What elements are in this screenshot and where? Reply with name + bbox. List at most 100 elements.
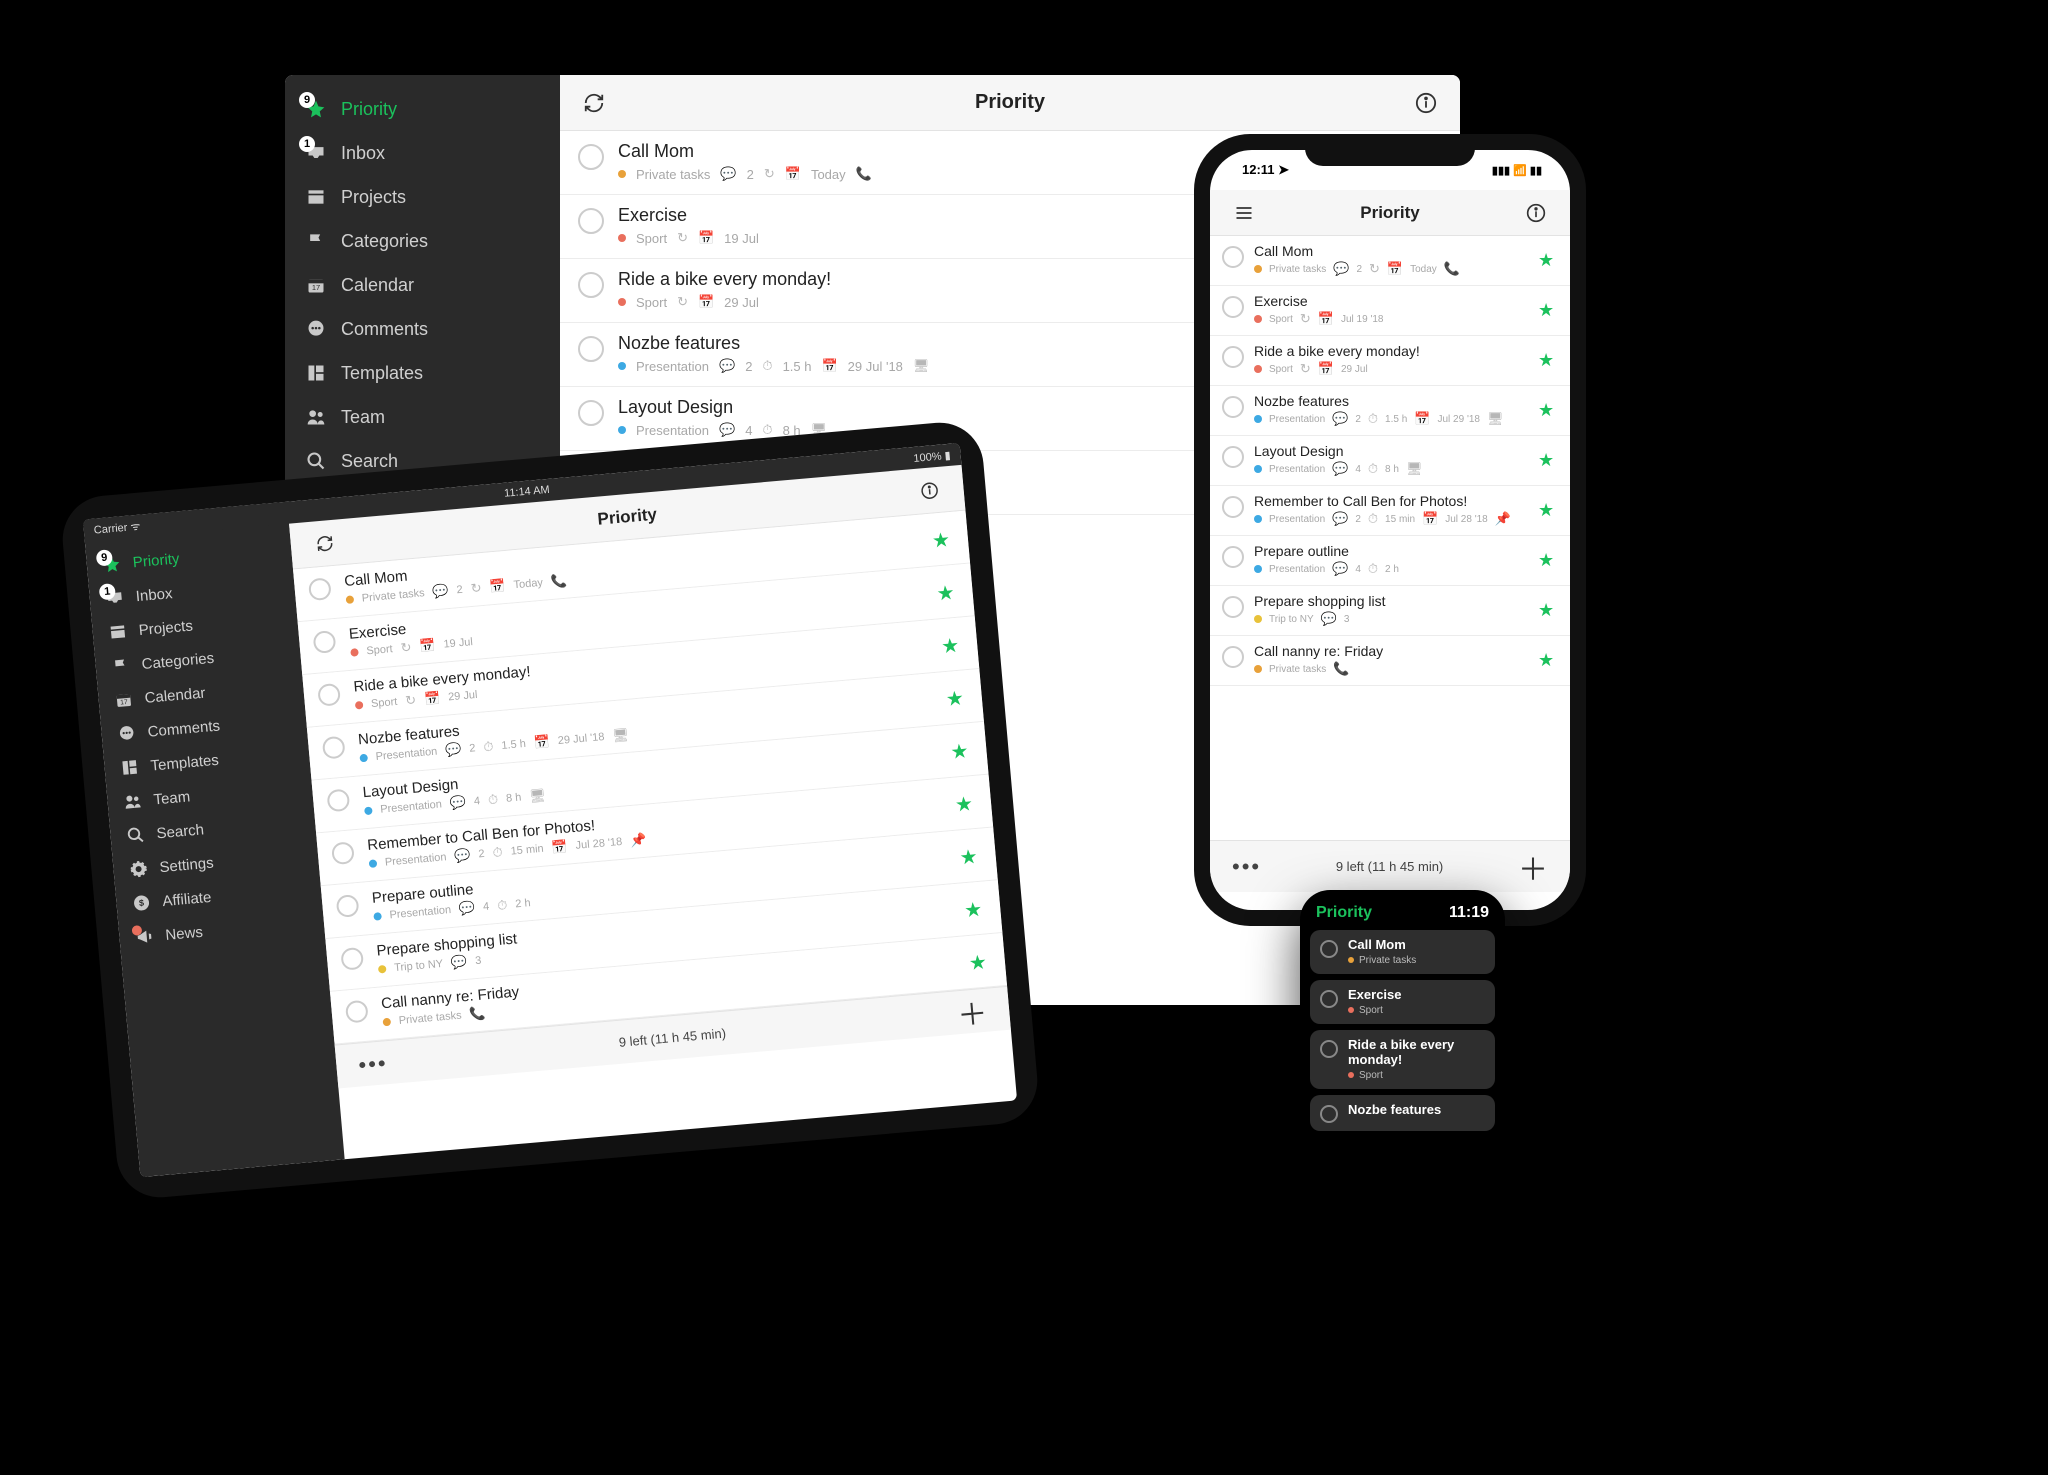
more-icon[interactable]: ••• (1232, 854, 1261, 880)
task-checkbox[interactable] (1222, 596, 1244, 618)
meta-value: 1.5 h (1385, 414, 1407, 425)
task-checkbox[interactable] (308, 577, 332, 601)
priority-star-icon[interactable]: ★ (1538, 350, 1558, 370)
watch-task-row[interactable]: Nozbe features (1310, 1095, 1495, 1131)
task-checkbox[interactable] (1222, 546, 1244, 568)
watch-task-row[interactable]: Ride a bike every monday!Sport (1310, 1030, 1495, 1089)
priority-star-icon[interactable]: ★ (1538, 650, 1558, 670)
priority-star-icon[interactable]: ★ (931, 526, 955, 550)
watch-task-row[interactable]: Call MomPrivate tasks (1310, 930, 1495, 974)
task-checkbox[interactable] (578, 208, 604, 234)
task-row[interactable]: Prepare shopping listTrip to NY💬3★ (1210, 586, 1570, 636)
task-checkbox[interactable] (336, 894, 360, 918)
priority-star-icon[interactable]: ★ (940, 632, 964, 656)
priority-star-icon[interactable]: ★ (949, 738, 973, 762)
svg-text:$: $ (139, 898, 145, 908)
info-icon[interactable] (914, 475, 944, 505)
menu-icon[interactable] (1230, 199, 1258, 227)
priority-star-icon[interactable]: ★ (945, 685, 969, 709)
add-task-button[interactable]: ＋ (1518, 845, 1548, 889)
meta-value: Jul 28 '18 (575, 836, 623, 852)
priority-star-icon[interactable]: ★ (959, 843, 983, 867)
task-checkbox[interactable] (1222, 346, 1244, 368)
task-checkbox[interactable] (1320, 1040, 1338, 1058)
sidebar-item-team[interactable]: Team (285, 395, 560, 439)
refresh-icon[interactable] (310, 528, 340, 558)
task-checkbox[interactable] (1320, 940, 1338, 958)
add-task-button[interactable]: ＋ (955, 988, 989, 1034)
task-row[interactable]: Call MomPrivate tasks💬2↻📅Today📞★ (1210, 236, 1570, 286)
task-checkbox[interactable] (322, 736, 346, 760)
priority-star-icon[interactable]: ★ (1538, 300, 1558, 320)
task-meta: Trip to NY💬3 (1254, 611, 1528, 627)
task-checkbox[interactable] (1222, 296, 1244, 318)
task-checkbox[interactable] (313, 630, 337, 654)
sidebar-item-templates[interactable]: Templates (285, 351, 560, 395)
priority-star-icon[interactable]: ★ (968, 949, 992, 973)
meta-phone-icon: 📞 (856, 166, 872, 182)
meta-value: 2 h (515, 897, 531, 910)
task-checkbox[interactable] (578, 400, 604, 426)
task-checkbox[interactable] (340, 947, 364, 971)
meta-value: Jul 29 '18 (1437, 414, 1480, 425)
megaphone-icon (135, 927, 155, 947)
task-checkbox[interactable] (1222, 446, 1244, 468)
priority-star-icon[interactable]: ★ (1538, 400, 1558, 420)
meta-clock-icon: ⏱ (497, 897, 508, 914)
refresh-icon[interactable] (580, 89, 608, 117)
sidebar-item-categories[interactable]: Categories (285, 219, 560, 263)
more-icon[interactable]: ••• (357, 1050, 388, 1078)
task-checkbox[interactable] (331, 841, 355, 865)
project-color-dot (1348, 1007, 1354, 1013)
meta-value: 4 (1355, 464, 1361, 475)
watch-header: Priority 11:19 (1310, 904, 1495, 922)
priority-star-icon[interactable]: ★ (954, 790, 978, 814)
info-icon[interactable] (1522, 199, 1550, 227)
task-row[interactable]: Nozbe featuresPresentation💬2⏱1.5 h📅Jul 2… (1210, 386, 1570, 436)
priority-star-icon[interactable]: ★ (1538, 550, 1558, 570)
task-checkbox[interactable] (326, 788, 350, 812)
priority-star-icon[interactable]: ★ (1538, 600, 1558, 620)
iphone-task-list: Call MomPrivate tasks💬2↻📅Today📞★Exercise… (1210, 236, 1570, 840)
project-color-dot (1348, 957, 1354, 963)
task-row[interactable]: Remember to Call Ben for Photos!Presenta… (1210, 486, 1570, 536)
watch-task-row[interactable]: ExerciseSport (1310, 980, 1495, 1024)
sidebar-item-projects[interactable]: Projects (285, 175, 560, 219)
meta-chat-icon: 💬 (1333, 261, 1349, 277)
task-checkbox[interactable] (578, 336, 604, 362)
task-row[interactable]: Ride a bike every monday!Sport↻📅29 Jul★ (1210, 336, 1570, 386)
task-checkbox[interactable] (578, 272, 604, 298)
priority-star-icon[interactable]: ★ (963, 896, 987, 920)
meta-value: 29 Jul (724, 295, 759, 310)
priority-star-icon[interactable]: ★ (1538, 250, 1558, 270)
task-checkbox[interactable] (1222, 396, 1244, 418)
meta-clock-icon: ⏱ (1368, 511, 1378, 527)
project-name: Sport (366, 643, 393, 657)
task-checkbox[interactable] (1222, 646, 1244, 668)
task-checkbox[interactable] (1222, 246, 1244, 268)
sidebar-item-priority[interactable]: 9Priority (285, 87, 560, 131)
task-row[interactable]: ExerciseSport↻📅Jul 19 '18★ (1210, 286, 1570, 336)
task-checkbox[interactable] (1320, 990, 1338, 1008)
task-checkbox[interactable] (345, 1000, 369, 1024)
badge-count: 1 (299, 136, 315, 152)
task-row[interactable]: Prepare outlinePresentation💬4⏱2 h★ (1210, 536, 1570, 586)
priority-star-icon[interactable]: ★ (1538, 500, 1558, 520)
sidebar-item-inbox[interactable]: 1Inbox (285, 131, 560, 175)
meta-chat-icon: 💬 (1332, 411, 1348, 427)
star-icon: 9 (102, 554, 122, 574)
info-icon[interactable] (1412, 89, 1440, 117)
sidebar-item-comments[interactable]: Comments (285, 307, 560, 351)
project-color-dot (359, 754, 368, 763)
task-checkbox[interactable] (1222, 496, 1244, 518)
priority-star-icon[interactable]: ★ (936, 579, 960, 603)
sidebar-item-calendar[interactable]: 17Calendar (285, 263, 560, 307)
task-row[interactable]: Call nanny re: FridayPrivate tasks📞★ (1210, 636, 1570, 686)
priority-star-icon[interactable]: ★ (1538, 450, 1558, 470)
task-checkbox[interactable] (317, 683, 341, 707)
task-checkbox[interactable] (1320, 1105, 1338, 1123)
task-title: Call Mom (1348, 938, 1485, 953)
task-checkbox[interactable] (578, 144, 604, 170)
project-color-dot (1254, 565, 1262, 573)
task-row[interactable]: Layout DesignPresentation💬4⏱8 h🖥★ (1210, 436, 1570, 486)
